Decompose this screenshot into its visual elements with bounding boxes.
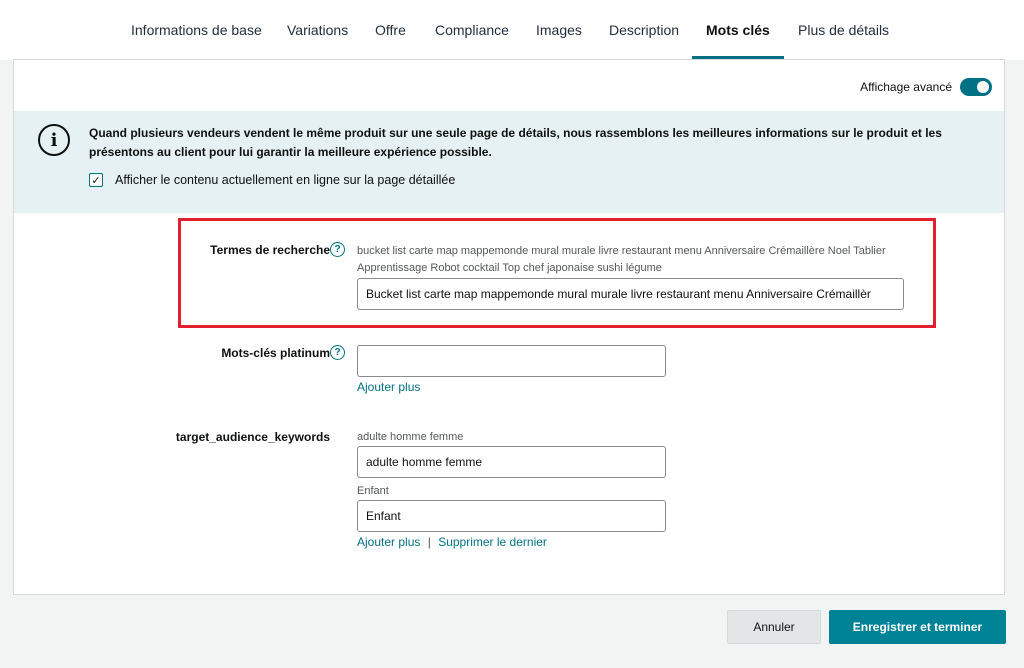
save-and-finish-button[interactable]: Enregistrer et terminer (829, 610, 1006, 644)
platinum-keywords-input[interactable] (357, 345, 666, 377)
tab-informations-de-base[interactable]: Informations de base (131, 22, 262, 38)
target-audience-remove-last-link[interactable]: Supprimer le dernier (438, 535, 547, 549)
target-audience-input-2[interactable]: Enfant (357, 500, 666, 532)
info-banner-text: Quand plusieurs vendeurs vendent le même… (89, 126, 942, 159)
platinum-add-more-link[interactable]: Ajouter plus (357, 380, 420, 394)
show-live-content-checkbox[interactable]: ✓ (89, 173, 103, 187)
show-live-content-label: Afficher le contenu actuellement en lign… (115, 173, 456, 187)
tab-bar: Informations de base Variations Offre Co… (0, 0, 1024, 60)
target-audience-add-more-link[interactable]: Ajouter plus (357, 535, 420, 549)
tab-images[interactable]: Images (536, 22, 582, 38)
tab-plus-de-details[interactable]: Plus de détails (798, 22, 889, 38)
tab-variations[interactable]: Variations (287, 22, 348, 38)
target-audience-input-1[interactable]: adulte homme femme (357, 446, 666, 478)
actions-separator: | (427, 535, 431, 549)
info-banner: i Quand plusieurs vendeurs vendent le mê… (14, 111, 1004, 213)
advanced-view-label: Affichage avancé (860, 80, 952, 94)
platinum-keywords-help-icon[interactable]: ? (330, 345, 345, 360)
tab-mots-cles[interactable]: Mots clés (706, 22, 770, 38)
show-live-content-row: ✓ Afficher le contenu actuellement en li… (89, 173, 455, 187)
tab-offre[interactable]: Offre (375, 22, 406, 38)
keywords-form-card: Affichage avancé i Quand plusieurs vende… (13, 59, 1005, 595)
target-audience-label: target_audience_keywords (175, 430, 330, 444)
info-icon: i (38, 124, 70, 156)
toggle-knob (977, 81, 989, 93)
tab-description[interactable]: Description (609, 22, 679, 38)
advanced-view-toggle-row: Affichage avancé (860, 78, 992, 96)
target-audience-actions: Ajouter plus | Supprimer le dernier (357, 535, 547, 549)
tab-compliance[interactable]: Compliance (435, 22, 509, 38)
platinum-keywords-label: Mots-clés platinum (221, 346, 330, 360)
target-audience-hint-2: Enfant (357, 485, 389, 497)
cancel-button[interactable]: Annuler (727, 610, 821, 644)
advanced-view-toggle[interactable] (960, 78, 992, 96)
highlight-box (178, 218, 936, 328)
target-audience-hint-1: adulte homme femme (357, 431, 464, 443)
